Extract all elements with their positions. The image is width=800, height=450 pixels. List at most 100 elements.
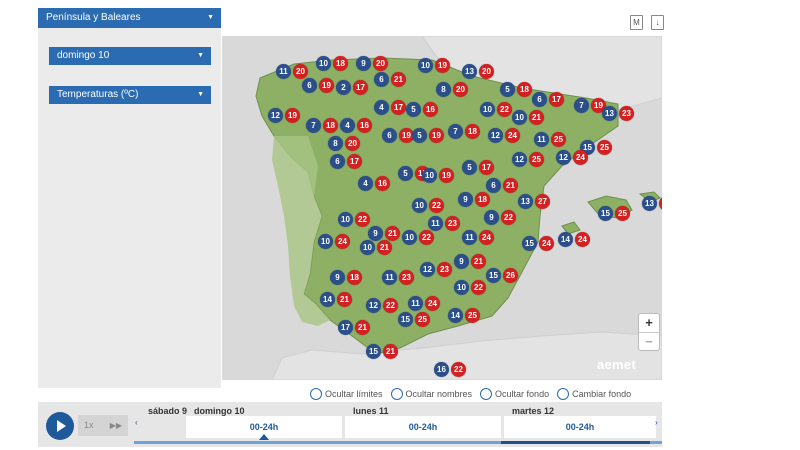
station-min-temp[interactable]: 6 xyxy=(486,178,501,193)
station-min-temp[interactable]: 15 xyxy=(366,344,381,359)
station-min-temp[interactable]: 12 xyxy=(512,152,527,167)
station-max-temp[interactable]: 25 xyxy=(529,152,544,167)
station-max-temp[interactable]: 24 xyxy=(575,232,590,247)
station-max-temp[interactable]: 18 xyxy=(465,124,480,139)
station-max-temp[interactable]: 25 xyxy=(551,132,566,147)
station-min-temp[interactable]: 15 xyxy=(598,206,613,221)
station-max-temp[interactable]: 20 xyxy=(345,136,360,151)
station-max-temp[interactable]: 19 xyxy=(285,108,300,123)
station-max-temp[interactable]: 25 xyxy=(415,312,430,327)
station-min-temp[interactable]: 7 xyxy=(574,98,589,113)
station-min-temp[interactable]: 12 xyxy=(488,128,503,143)
station-min-temp[interactable]: 15 xyxy=(486,268,501,283)
station-min-temp[interactable]: 17 xyxy=(338,320,353,335)
station-min-temp[interactable]: 11 xyxy=(428,216,443,231)
station-max-temp[interactable]: 24 xyxy=(573,150,588,165)
station-max-temp[interactable]: 24 xyxy=(539,236,554,251)
station-max-temp[interactable]: 19 xyxy=(429,128,444,143)
station-min-temp[interactable]: 7 xyxy=(448,124,463,139)
station-max-temp[interactable]: 21 xyxy=(529,110,544,125)
station-min-temp[interactable]: 9 xyxy=(368,226,383,241)
station-max-temp[interactable]: 21 xyxy=(471,254,486,269)
station-max-temp[interactable]: 22 xyxy=(497,102,512,117)
station-max-temp[interactable]: 20 xyxy=(373,56,388,71)
station-max-temp[interactable]: 16 xyxy=(423,102,438,117)
station-min-temp[interactable]: 10 xyxy=(454,280,469,295)
station-min-temp[interactable]: 12 xyxy=(420,262,435,277)
station-max-temp[interactable]: 21 xyxy=(377,240,392,255)
station-max-temp[interactable]: 23 xyxy=(445,216,460,231)
station-min-temp[interactable]: 6 xyxy=(382,128,397,143)
station-min-temp[interactable]: 11 xyxy=(382,270,397,285)
timeline-progress[interactable] xyxy=(134,441,662,444)
station-max-temp[interactable]: 20 xyxy=(479,64,494,79)
station-min-temp[interactable]: 5 xyxy=(500,82,515,97)
temperature-map[interactable]: + − aemet 11 20 10 18 9 20 10 19 13 20 6 19 2 17 6 21 8 2… xyxy=(222,36,662,380)
station-min-temp[interactable]: 10 xyxy=(512,110,527,125)
station-min-temp[interactable]: 11 xyxy=(408,296,423,311)
station-max-temp[interactable]: 21 xyxy=(385,226,400,241)
station-max-temp[interactable]: 22 xyxy=(501,210,516,225)
toggle-hide-background[interactable]: Ocultar fondo xyxy=(480,388,549,400)
station-max-temp[interactable]: 22 xyxy=(451,362,466,377)
station-min-temp[interactable]: 5 xyxy=(398,166,413,181)
station-min-temp[interactable]: 15 xyxy=(398,312,413,327)
chevron-right-icon[interactable]: › xyxy=(655,418,658,427)
station-min-temp[interactable]: 11 xyxy=(534,132,549,147)
station-max-temp[interactable]: 23 xyxy=(437,262,452,277)
region-dropdown[interactable]: Península y Baleares ▼ xyxy=(38,8,221,28)
station-min-temp[interactable]: 10 xyxy=(318,234,333,249)
station-min-temp[interactable]: 6 xyxy=(302,78,317,93)
station-min-temp[interactable]: 12 xyxy=(556,150,571,165)
fast-forward-icon[interactable]: ▶▶ xyxy=(110,415,122,436)
station-min-temp[interactable]: 10 xyxy=(402,230,417,245)
station-min-temp[interactable]: 14 xyxy=(448,308,463,323)
station-min-temp[interactable]: 9 xyxy=(484,210,499,225)
station-max-temp[interactable]: 17 xyxy=(549,92,564,107)
station-max-temp[interactable]: 17 xyxy=(391,100,406,115)
station-min-temp[interactable]: 7 xyxy=(306,118,321,133)
toggle-change-background[interactable]: Cambiar fondo xyxy=(557,388,631,400)
station-max-temp[interactable]: 18 xyxy=(333,56,348,71)
station-min-temp[interactable]: 13 xyxy=(462,64,477,79)
station-max-temp[interactable]: 27 xyxy=(535,194,550,209)
checkbox-icon[interactable] xyxy=(390,388,403,400)
station-min-temp[interactable]: 13 xyxy=(642,196,657,211)
zoom-in-button[interactable]: + xyxy=(639,314,659,332)
checkbox-icon[interactable] xyxy=(480,388,493,400)
station-max-temp[interactable]: 17 xyxy=(479,160,494,175)
station-min-temp[interactable]: 8 xyxy=(328,136,343,151)
station-min-temp[interactable]: 6 xyxy=(330,154,345,169)
station-min-temp[interactable]: 10 xyxy=(480,102,495,117)
station-max-temp[interactable]: 22 xyxy=(419,230,434,245)
station-min-temp[interactable]: 4 xyxy=(340,118,355,133)
station-max-temp[interactable]: 19 xyxy=(439,168,454,183)
play-button[interactable] xyxy=(46,412,74,440)
map-icon[interactable]: M xyxy=(630,15,643,30)
station-max-temp[interactable]: 21 xyxy=(383,344,398,359)
station-max-temp[interactable]: 24 xyxy=(479,230,494,245)
station-max-temp[interactable]: 20 xyxy=(453,82,468,97)
station-min-temp[interactable]: 14 xyxy=(558,232,573,247)
toggle-hide-names[interactable]: Ocultar nombres xyxy=(390,388,472,400)
variable-dropdown[interactable]: Temperaturas (ºC) ▼ xyxy=(49,86,211,104)
station-min-temp[interactable]: 10 xyxy=(412,198,427,213)
station-min-temp[interactable]: 12 xyxy=(366,298,381,313)
station-min-temp[interactable]: 4 xyxy=(358,176,373,191)
station-max-temp[interactable]: 25 xyxy=(615,206,630,221)
station-min-temp[interactable]: 6 xyxy=(374,72,389,87)
zoom-out-button[interactable]: − xyxy=(639,332,659,351)
station-min-temp[interactable]: 10 xyxy=(316,56,331,71)
station-max-temp[interactable]: 17 xyxy=(353,80,368,95)
station-max-temp[interactable]: 24 xyxy=(425,296,440,311)
station-max-temp[interactable]: 21 xyxy=(503,178,518,193)
station-max-temp[interactable]: 22 xyxy=(429,198,444,213)
station-min-temp[interactable]: 14 xyxy=(320,292,335,307)
station-min-temp[interactable]: 11 xyxy=(462,230,477,245)
station-min-temp[interactable]: 10 xyxy=(360,240,375,255)
station-max-temp[interactable]: 21 xyxy=(391,72,406,87)
station-min-temp[interactable]: 10 xyxy=(418,58,433,73)
station-max-temp[interactable]: 17 xyxy=(347,154,362,169)
station-min-temp[interactable]: 5 xyxy=(462,160,477,175)
station-min-temp[interactable]: 13 xyxy=(518,194,533,209)
